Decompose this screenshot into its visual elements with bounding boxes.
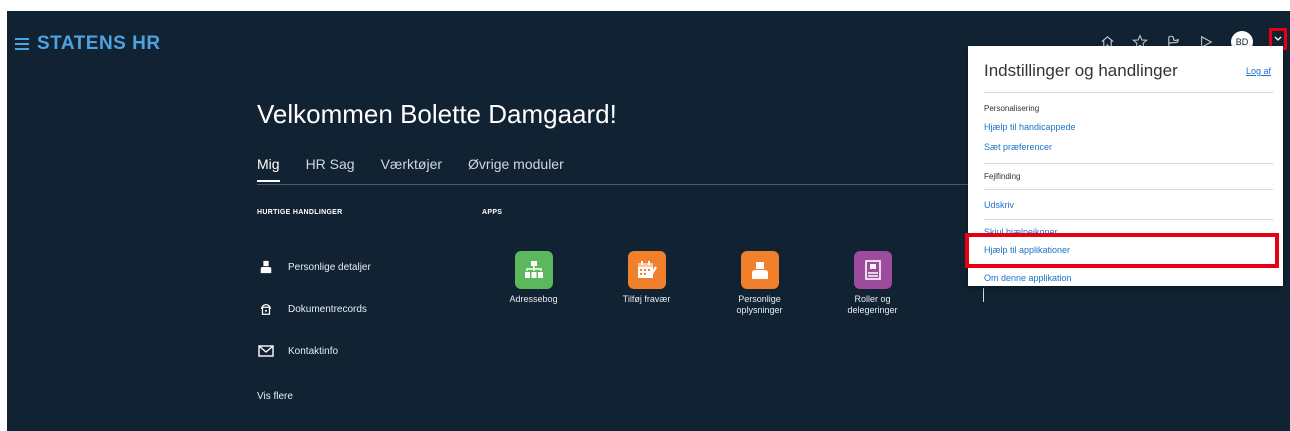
app-adressebog[interactable]: Adressebog: [477, 251, 590, 316]
quick-actions-list: Personlige detaljer Dokumentrecords Kont…: [257, 246, 371, 372]
chevron-down-icon: [1274, 36, 1282, 41]
app-help-highlight: [965, 233, 1279, 268]
documents-icon: [257, 300, 275, 318]
apps-grid: Adressebog Tilføj fravær Personlige oply…: [477, 251, 929, 316]
brand[interactable]: STATENS HR: [15, 33, 161, 55]
troubleshooting-heading: Fejlfinding: [984, 172, 1021, 181]
tab-bar: Mig HR Sag Værktøjer Øvrige moduler: [257, 156, 590, 182]
divider: [984, 189, 1273, 190]
settings-panel-title: Indstillinger og handlinger: [984, 61, 1178, 80]
preferences-link[interactable]: Sæt præferencer: [984, 142, 1052, 152]
text-cursor: [983, 288, 984, 302]
app-shell: STATENS HR BD Velkommen Bolette Damgaard…: [7, 11, 1290, 431]
app-personlige-oplysninger[interactable]: Personlige oplysninger: [703, 251, 816, 316]
show-more-link[interactable]: Vis flere: [257, 391, 293, 402]
quick-action-contact-info[interactable]: Kontaktinfo: [257, 330, 371, 372]
person-icon: [257, 258, 275, 276]
quick-action-label: Kontaktinfo: [288, 345, 339, 357]
divider: [984, 92, 1273, 93]
hamburger-menu-icon[interactable]: [15, 35, 29, 53]
mail-icon: [257, 342, 275, 360]
divider: [984, 163, 1273, 164]
tab-mig[interactable]: Mig: [257, 156, 280, 182]
quick-action-personal-details[interactable]: Personlige detaljer: [257, 246, 371, 288]
tab-divider: [257, 184, 972, 185]
about-link[interactable]: Om denne applikation: [984, 273, 1072, 283]
org-chart-icon: [514, 251, 553, 289]
app-label: Tilføj fravær: [622, 294, 671, 304]
apps-title: APPS: [482, 209, 503, 216]
brand-name: STATENS HR: [37, 33, 161, 54]
logout-link[interactable]: Log af: [1246, 66, 1271, 76]
quick-action-label: Dokumentrecords: [288, 303, 367, 315]
accessibility-link[interactable]: Hjælp til handicappede: [984, 122, 1076, 132]
person-icon: [740, 251, 779, 289]
tab-hr-sag[interactable]: HR Sag: [306, 156, 355, 182]
calendar-icon: [627, 251, 666, 289]
app-label: Adressebog: [509, 294, 558, 304]
print-link[interactable]: Udskriv: [984, 200, 1014, 210]
app-label: Roller og delegeringer: [847, 294, 898, 315]
quick-action-label: Personlige detaljer: [288, 261, 371, 273]
tab-oevrige-moduler[interactable]: Øvrige moduler: [468, 156, 564, 182]
badge-icon: [853, 251, 892, 289]
divider: [984, 219, 1273, 220]
app-tilfoej-fravaer[interactable]: Tilføj fravær: [590, 251, 703, 316]
tab-vaerktoejer[interactable]: Værktøjer: [381, 156, 442, 182]
app-roller-og-delegeringer[interactable]: Roller og delegeringer: [816, 251, 929, 316]
personalization-heading: Personalisering: [984, 104, 1040, 113]
quick-action-document-records[interactable]: Dokumentrecords: [257, 288, 371, 330]
quick-actions-title: HURTIGE HANDLINGER: [257, 209, 343, 216]
app-label: Personlige oplysninger: [736, 294, 783, 315]
welcome-title: Velkommen Bolette Damgaard!: [257, 99, 617, 129]
